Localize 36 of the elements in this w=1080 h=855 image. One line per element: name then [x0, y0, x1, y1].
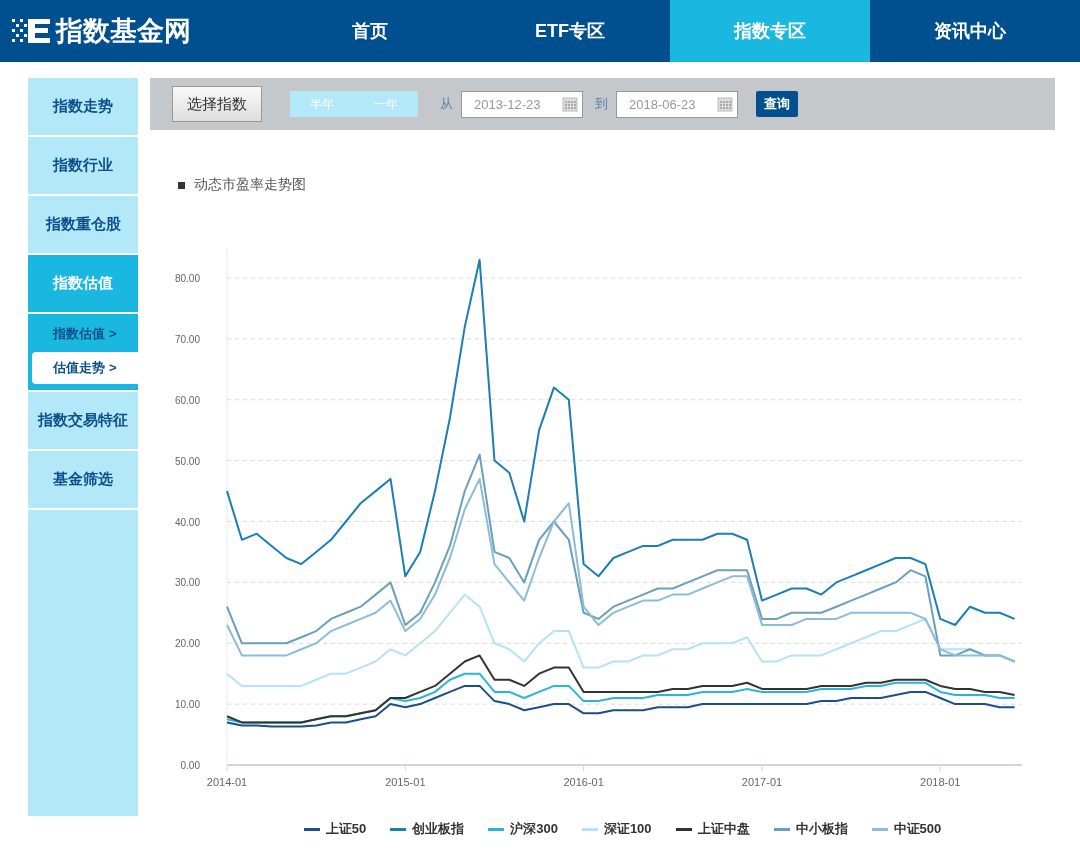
calendar-icon[interactable] — [562, 96, 578, 112]
submenu-item[interactable]: 指数估值 > — [32, 318, 138, 350]
chart-title: 动态市盈率走势图 — [194, 176, 306, 194]
axis-tick-label: 2017-01 — [741, 776, 783, 788]
nav-tab[interactable]: 资讯中心 — [870, 0, 1070, 62]
axis-tick-label: 30.00 — [174, 577, 200, 589]
query-button[interactable]: 查询 — [756, 91, 798, 117]
axis-tick-label: 2014-01 — [206, 776, 248, 788]
title-bullet-icon — [178, 181, 185, 189]
axis-tick-label: 2018-01 — [920, 776, 961, 788]
axis-tick-label: 2016-01 — [563, 776, 604, 788]
axis-tick-label: 0.00 — [180, 760, 200, 771]
axis-tick-label: 20.00 — [174, 638, 200, 650]
nav-tab[interactable]: 首页 — [270, 0, 470, 62]
legend-label[interactable]: 创业板指 — [412, 820, 465, 838]
from-label: 从 — [440, 95, 453, 113]
to-label: 到 — [595, 95, 608, 113]
legend-label[interactable]: 中证500 — [893, 820, 942, 838]
legend-label[interactable]: 沪深300 — [510, 820, 558, 838]
axis-tick-label: 70.00 — [174, 333, 200, 345]
axis-tick-label: 40.00 — [174, 516, 200, 528]
axis-tick-label: 10.00 — [174, 699, 200, 711]
calendar-icon[interactable] — [717, 96, 733, 112]
legend-label[interactable]: 上证中盘 — [697, 820, 750, 838]
submenu-item[interactable]: 估值走势 > — [32, 352, 138, 384]
axis-tick-label: 50.00 — [174, 455, 200, 467]
logo-icon — [12, 18, 52, 44]
axis-tick-label: 60.00 — [174, 394, 200, 406]
legend-label[interactable]: 中小板指 — [795, 820, 848, 838]
legend-label[interactable]: 上证50 — [325, 820, 367, 838]
logo-text: 指数基金网 — [56, 15, 191, 48]
nav-tab[interactable]: ETF专区 — [470, 0, 670, 62]
legend-label[interactable]: 深证100 — [603, 820, 652, 838]
axis-tick-label: 80.00 — [174, 273, 200, 284]
select-index-button[interactable]: 选择指数 — [172, 86, 262, 122]
axis-tick-label: 2015-01 — [385, 776, 426, 788]
